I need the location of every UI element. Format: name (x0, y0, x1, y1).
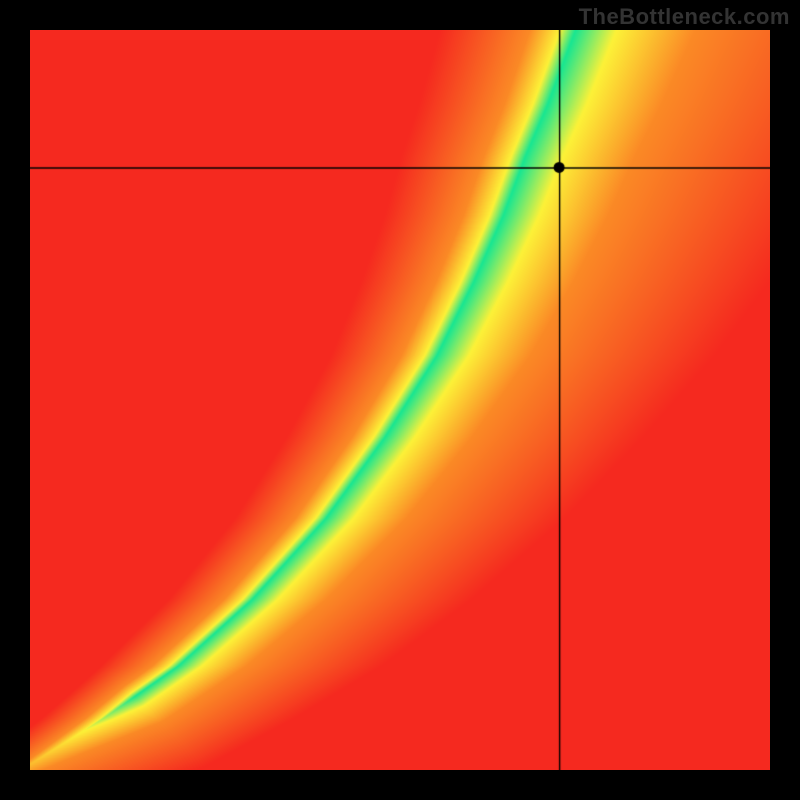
chart-stage: TheBottleneck.com (0, 0, 800, 800)
watermark-label: TheBottleneck.com (579, 4, 790, 30)
bottleneck-heatmap (30, 30, 770, 770)
